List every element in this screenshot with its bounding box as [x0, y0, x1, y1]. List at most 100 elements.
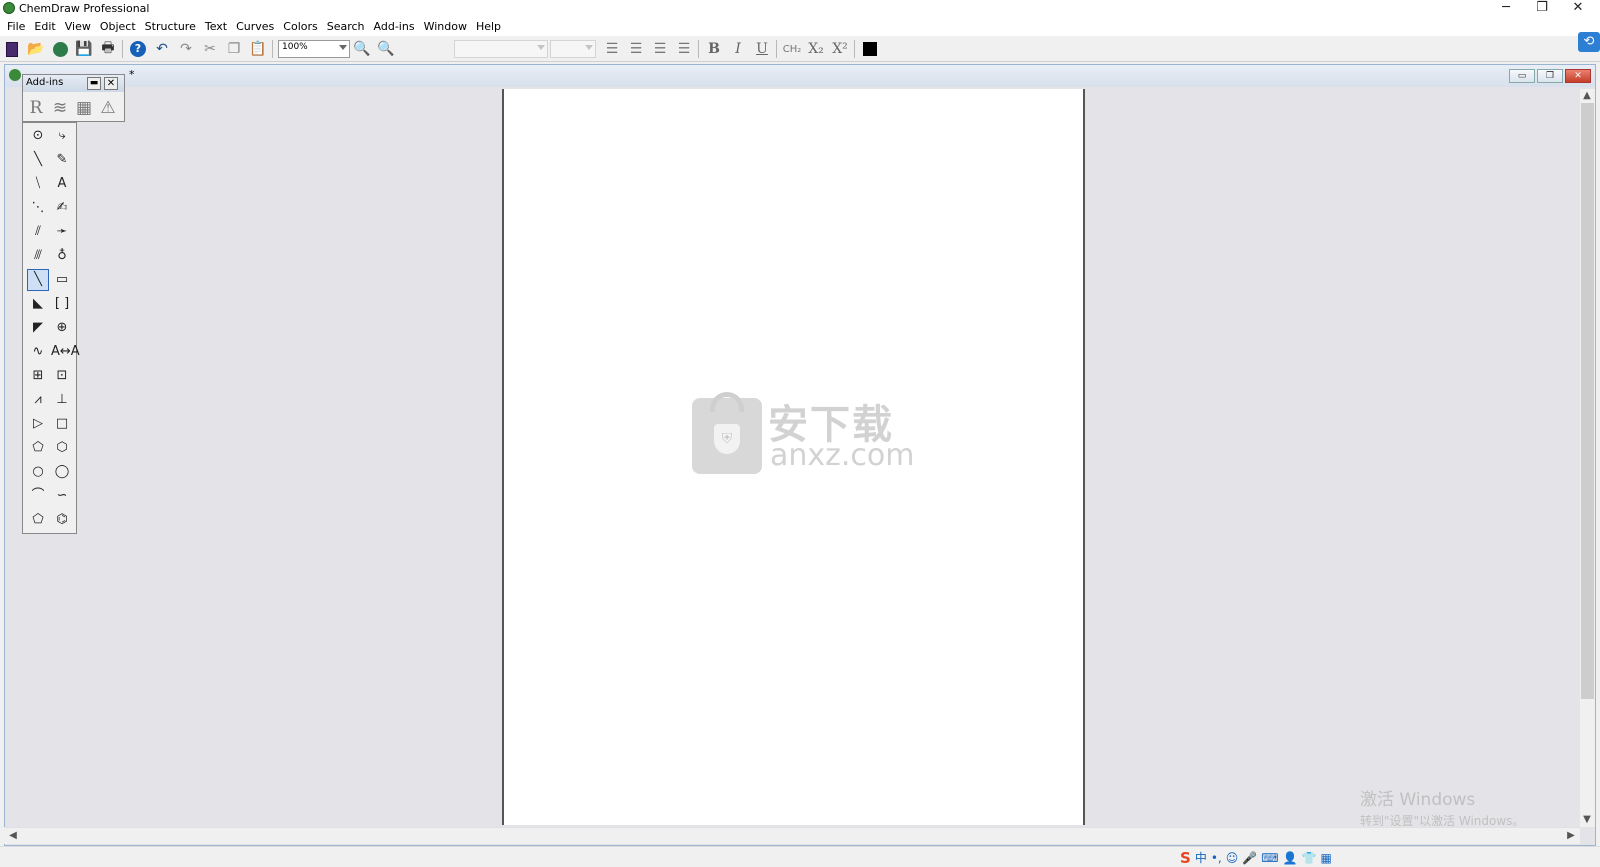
orbital-tool[interactable]: ♁ — [51, 245, 73, 267]
add-ins-header[interactable]: Add-ins ▬ ✕ — [23, 75, 124, 92]
sync-icon[interactable]: ⟲ — [1578, 32, 1600, 52]
document-restore-button[interactable]: ❐ — [1537, 69, 1563, 83]
underline-button[interactable]: U — [752, 39, 772, 59]
font-size-select[interactable] — [550, 40, 596, 58]
superscript-button[interactable]: X² — [830, 39, 850, 59]
arrow-tool[interactable]: ➛ — [51, 221, 73, 243]
bold-button[interactable]: B — [704, 39, 724, 59]
table-tool[interactable]: ⊞ — [27, 365, 49, 387]
menu-object[interactable]: Object — [97, 18, 142, 36]
hashed-wedge-tool[interactable]: ⫻ — [27, 245, 49, 267]
menu-window[interactable]: Window — [421, 18, 473, 36]
chain-tool[interactable]: ⤷ — [51, 125, 73, 147]
minimize-button[interactable]: ─ — [1488, 0, 1524, 18]
cyclohexane-chair-1-tool[interactable]: ⌒ — [27, 485, 49, 507]
open-web-icon[interactable] — [50, 39, 70, 59]
horizontal-scrollbar[interactable]: ◀ ▶ — [4, 827, 1580, 844]
align-right-icon[interactable]: ☰ — [650, 39, 670, 59]
menu-file[interactable]: File — [4, 18, 31, 36]
open-icon[interactable]: 📂 — [26, 39, 46, 59]
sogou-ime-icon[interactable]: S — [1180, 849, 1191, 867]
close-button[interactable]: ✕ — [1560, 0, 1596, 18]
menu-search[interactable]: Search — [324, 18, 371, 36]
wedge-bond-tool[interactable]: ╲ — [27, 269, 49, 291]
save-icon[interactable]: 💾 — [74, 39, 94, 59]
scroll-up-icon[interactable]: ▲ — [1580, 89, 1594, 103]
add-ins-collapse-button[interactable]: ▬ — [87, 77, 101, 90]
cyclopentadiene-tool[interactable]: ⬠ — [27, 509, 49, 531]
add-in-tool-2[interactable]: ≋ — [49, 97, 71, 119]
query-tool[interactable]: A↔A — [51, 341, 80, 363]
scroll-down-icon[interactable]: ▼ — [1580, 813, 1594, 827]
bold-wedge-tool[interactable]: ◣ — [27, 293, 49, 315]
copy-icon[interactable]: ❐ — [224, 39, 244, 59]
wavy-bond-tool[interactable]: ∿ — [27, 341, 49, 363]
chemical-symbols-tool[interactable]: ⊕ — [51, 317, 73, 339]
hexagon-tool[interactable]: ⬡ — [51, 437, 73, 459]
ime-skin-icon[interactable]: 👕 — [1301, 851, 1316, 865]
cycloheptane-tool[interactable]: ◯ — [51, 461, 73, 483]
pentagon-tool[interactable]: ⬠ — [27, 437, 49, 459]
document-close-button[interactable]: ✕ — [1565, 69, 1591, 83]
justify-icon[interactable]: ☰ — [674, 39, 694, 59]
add-in-tool-4[interactable]: ⚠ — [97, 97, 119, 119]
solid-bond-tool[interactable]: ╲ — [27, 149, 49, 171]
menu-text[interactable]: Text — [202, 18, 233, 36]
restore-button[interactable]: ❐ — [1524, 0, 1560, 18]
align-left-icon[interactable]: ☰ — [602, 39, 622, 59]
pen-tool[interactable]: ✍ — [51, 197, 73, 219]
spectrum-tool[interactable]: ⩘ — [27, 389, 49, 411]
add-ins-close-button[interactable]: ✕ — [104, 77, 118, 90]
text-tool[interactable]: A — [51, 173, 73, 195]
formula-button[interactable]: CH₂ — [780, 39, 804, 59]
menu-curves[interactable]: Curves — [233, 18, 280, 36]
menu-view[interactable]: View — [62, 18, 97, 36]
menu-structure[interactable]: Structure — [142, 18, 202, 36]
cut-icon[interactable]: ✂ — [200, 39, 220, 59]
print-icon[interactable]: 🖶 — [98, 39, 118, 59]
square-tool[interactable]: □ — [51, 413, 73, 435]
paste-icon[interactable]: 📋 — [248, 39, 268, 59]
menu-colors[interactable]: Colors — [280, 18, 323, 36]
ime-toolbox-icon[interactable]: ▦ — [1320, 851, 1331, 865]
document-minimize-button[interactable]: ▭ — [1509, 69, 1535, 83]
eraser-tool[interactable]: ✎ — [51, 149, 73, 171]
subscript-button[interactable]: X₂ — [806, 39, 826, 59]
cyclohexane-tool[interactable]: ○ — [27, 461, 49, 483]
lasso-tool[interactable]: ⊙ — [27, 125, 49, 147]
help-icon[interactable]: ? — [128, 39, 148, 59]
add-in-tool-3[interactable]: ▦ — [73, 97, 95, 119]
ime-voice-icon[interactable]: 🎤 — [1242, 851, 1257, 865]
menu-add-ins[interactable]: Add-ins — [371, 18, 421, 36]
ime-punctuation-icon[interactable]: •, — [1211, 851, 1222, 865]
align-center-icon[interactable]: ☰ — [626, 39, 646, 59]
brackets-tool[interactable]: [ ] — [51, 293, 73, 315]
undo-icon[interactable]: ↶ — [152, 39, 172, 59]
color-swatch-icon[interactable] — [860, 39, 880, 59]
menu-edit[interactable]: Edit — [31, 18, 61, 36]
bold-bond-tool[interactable]: ⧹ — [27, 173, 49, 195]
tlc-tool[interactable]: ⊡ — [51, 365, 73, 387]
ime-emoji-icon[interactable]: ☺ — [1226, 851, 1239, 865]
ime-keyboard-icon[interactable]: ⌨ — [1261, 851, 1278, 865]
hashed-bond-tool[interactable]: ⫽ — [27, 221, 49, 243]
zoom-select[interactable]: 100% — [278, 40, 350, 58]
scroll-left-icon[interactable]: ◀ — [6, 829, 20, 843]
scroll-right-icon[interactable]: ▶ — [1564, 829, 1578, 843]
ime-user-icon[interactable]: 👤 — [1283, 851, 1298, 865]
menu-help[interactable]: Help — [473, 18, 507, 36]
italic-button[interactable]: I — [728, 39, 748, 59]
drawing-elements-tool[interactable]: ▭ — [51, 269, 73, 291]
r-group-tool[interactable]: R — [25, 97, 47, 119]
redo-icon[interactable]: ↷ — [176, 39, 196, 59]
vertical-scroll-thumb[interactable] — [1581, 103, 1594, 699]
play-tool[interactable]: ▷ — [27, 413, 49, 435]
hollow-wedge-tool[interactable]: ◤ — [27, 317, 49, 339]
vertical-scrollbar[interactable]: ▲ ▼ — [1580, 89, 1595, 827]
zoom-out-icon[interactable]: 🔍 — [376, 39, 396, 59]
zoom-in-icon[interactable]: 🔍 — [352, 39, 372, 59]
font-select[interactable] — [454, 40, 548, 58]
dashed-bond-tool[interactable]: ⋱ — [27, 197, 49, 219]
template-tool[interactable]: ⊥ — [51, 389, 73, 411]
cyclohexane-chair-2-tool[interactable]: ∽ — [51, 485, 73, 507]
